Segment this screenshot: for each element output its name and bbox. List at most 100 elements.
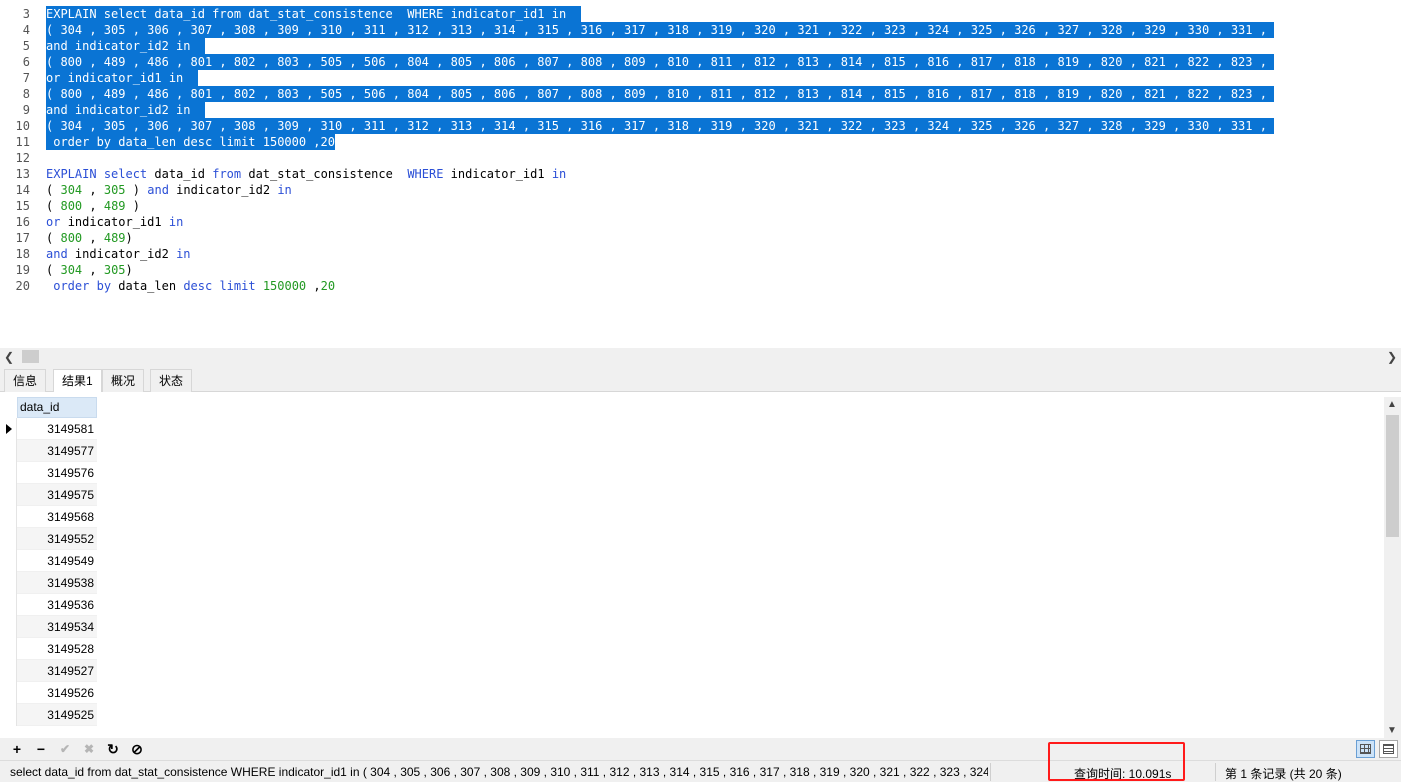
table-row[interactable]: 3149527 (0, 660, 97, 682)
line-number: 5 (22, 39, 30, 53)
row-indicator[interactable] (0, 682, 17, 704)
grid-cell[interactable]: 3149575 (17, 484, 97, 506)
stop-button[interactable]: ⊘ (128, 740, 146, 758)
line-number: 3 (22, 7, 30, 21)
line-number: 14 (15, 183, 30, 197)
status-divider (990, 763, 991, 781)
row-indicator[interactable] (0, 506, 17, 528)
tab-status[interactable]: 状态 (150, 369, 193, 392)
row-indicator[interactable] (0, 704, 17, 726)
grid-cell[interactable]: 3149568 (17, 506, 97, 528)
code-line[interactable]: ( 800 , 489 , 486 , 801 , 802 , 803 , 50… (46, 86, 1275, 102)
code-line[interactable]: and indicator_id2 in (46, 246, 191, 262)
row-indicator[interactable] (0, 440, 17, 462)
table-row[interactable]: 3149552 (0, 528, 97, 550)
table-row[interactable]: 3149577 (0, 440, 97, 462)
code-line[interactable]: ( 800 , 489 ) (46, 198, 140, 214)
row-indicator[interactable] (0, 572, 17, 594)
scroll-right-icon[interactable]: ❯ (1387, 350, 1397, 364)
refresh-button[interactable]: ↻ (104, 740, 122, 758)
code-line[interactable]: ( 800 , 489) (46, 230, 133, 246)
code-line[interactable]: and indicator_id2 in (46, 38, 205, 54)
code-line[interactable]: ( 304 , 305 ) and indicator_id2 in (46, 182, 292, 198)
grid-toolbar: + − ✔ ✖ ↻ ⊘ (0, 738, 1401, 760)
table-row[interactable]: 3149534 (0, 616, 97, 638)
code-line[interactable]: ( 304 , 305 , 306 , 307 , 308 , 309 , 31… (46, 22, 1275, 38)
table-row[interactable]: 3149581 (0, 418, 97, 440)
grid-cell[interactable]: 3149534 (17, 616, 97, 638)
tab-overview[interactable]: 概况 (102, 369, 145, 392)
line-number: 11 (15, 135, 30, 149)
scroll-down-icon[interactable]: ▼ (1387, 725, 1397, 736)
table-row[interactable]: 3149575 (0, 484, 97, 506)
line-number: 9 (22, 103, 30, 117)
code-line[interactable]: or indicator_id1 in (46, 70, 198, 86)
grid-cell[interactable]: 3149538 (17, 572, 97, 594)
table-row[interactable]: 3149528 (0, 638, 97, 660)
line-number: 12 (15, 151, 30, 165)
row-indicator[interactable] (0, 550, 17, 572)
code-line[interactable]: ( 304 , 305) (46, 262, 133, 278)
sql-editor[interactable]: 3 4 5 6 7 8 9 10 11 12 13 14 15 16 17 18 19 20 EXPLAIN se… (0, 0, 1401, 348)
code-line[interactable]: ( 304 , 305 , 306 , 307 , 308 , 309 , 31… (46, 118, 1275, 134)
scroll-up-icon[interactable]: ▲ (1387, 399, 1397, 410)
code-line[interactable]: ( 800 , 489 , 486 , 801 , 802 , 803 , 50… (46, 54, 1275, 70)
row-indicator[interactable] (0, 616, 17, 638)
code-line[interactable]: EXPLAIN select data_id from dat_stat_con… (46, 166, 566, 182)
grid-cell[interactable]: 3149577 (17, 440, 97, 462)
grid-cell[interactable]: 3149527 (17, 660, 97, 682)
line-number: 19 (15, 263, 30, 277)
record-count: 第 1 条记录 (共 20 条) (1225, 767, 1342, 781)
grid-cell[interactable]: 3149576 (17, 462, 97, 484)
table-row[interactable]: 3149549 (0, 550, 97, 572)
apply-changes-button[interactable]: ✔ (56, 740, 74, 758)
row-indicator[interactable] (0, 594, 17, 616)
row-indicator[interactable] (0, 484, 17, 506)
row-indicator[interactable] (0, 638, 17, 660)
table-row[interactable]: 3149576 (0, 462, 97, 484)
grid-cell[interactable]: 3149526 (17, 682, 97, 704)
editor-horizontal-scrollbar[interactable]: ❮ ❯ (0, 348, 1401, 365)
code-line[interactable]: order by data_len desc limit 150000 ,20 (46, 134, 335, 150)
code-line[interactable]: or indicator_id1 in (46, 214, 183, 230)
form-view-button[interactable] (1379, 740, 1398, 758)
table-row[interactable]: 3149536 (0, 594, 97, 616)
line-number: 15 (15, 199, 30, 213)
scrollbar-thumb[interactable] (22, 350, 39, 363)
row-indicator[interactable] (0, 528, 17, 550)
grid-cell[interactable]: 3149549 (17, 550, 97, 572)
line-number: 20 (15, 279, 30, 293)
tab-result1[interactable]: 结果1 (53, 369, 102, 393)
grid-cell[interactable]: 3149528 (17, 638, 97, 660)
code-line[interactable]: and indicator_id2 in (46, 102, 205, 118)
query-time: 查询时间: 10.091s (1074, 767, 1172, 781)
grid-cell[interactable]: 3149552 (17, 528, 97, 550)
scrollbar-thumb[interactable] (1386, 415, 1399, 537)
row-indicator[interactable] (0, 462, 17, 484)
scroll-left-icon[interactable]: ❮ (4, 350, 14, 364)
tab-info[interactable]: 信息 (4, 369, 47, 392)
line-number: 8 (22, 87, 30, 101)
table-row[interactable]: 3149568 (0, 506, 97, 528)
result-grid[interactable]: data_id 3149581 3149577 3149576 3149575 3149… (0, 392, 1384, 738)
line-number: 6 (22, 55, 30, 69)
line-number-gutter: 3 4 5 6 7 8 9 10 11 12 13 14 15 16 17 18 19 20 (0, 0, 40, 348)
grid-view-icon (1360, 744, 1371, 754)
table-row[interactable]: 3149526 (0, 682, 97, 704)
grid-cell[interactable]: 3149581 (17, 418, 97, 440)
delete-record-button[interactable]: − (32, 740, 50, 758)
add-record-button[interactable]: + (8, 740, 26, 758)
grid-view-button[interactable] (1356, 740, 1375, 758)
code-line[interactable]: order by data_len desc limit 150000 ,20 (46, 278, 335, 294)
table-row[interactable]: 3149525 (0, 704, 97, 726)
result-tabs: 信息 结果1 概况 状态 (0, 365, 1401, 393)
grid-cell[interactable]: 3149525 (17, 704, 97, 726)
grid-cell[interactable]: 3149536 (17, 594, 97, 616)
column-header-data-id[interactable]: data_id (17, 397, 97, 418)
code-line[interactable]: EXPLAIN select data_id from dat_stat_con… (46, 6, 581, 22)
discard-changes-button[interactable]: ✖ (80, 740, 98, 758)
grid-vertical-scrollbar[interactable]: ▲ ▼ (1384, 397, 1401, 738)
row-indicator[interactable] (0, 418, 17, 440)
row-indicator[interactable] (0, 660, 17, 682)
table-row[interactable]: 3149538 (0, 572, 97, 594)
